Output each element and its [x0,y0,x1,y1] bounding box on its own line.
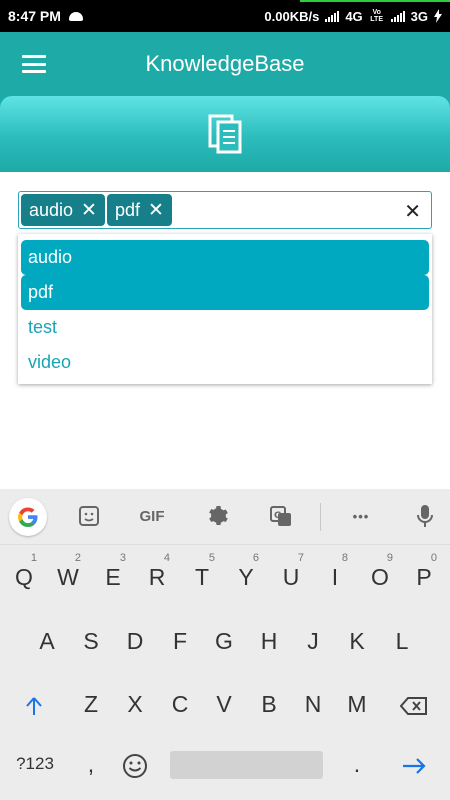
key-r[interactable]: 4R [135,547,179,607]
space-bar[interactable] [170,751,323,779]
emoji-icon[interactable] [113,734,157,794]
translate-icon[interactable]: G [266,501,296,531]
hamburger-icon[interactable] [22,55,46,73]
key-b[interactable]: B [247,674,291,734]
status-time: 8:47 PM [8,8,61,24]
tag-chip-label: audio [29,199,74,220]
key-u[interactable]: 7U [269,547,313,607]
key-z[interactable]: Z [69,674,113,734]
key-d[interactable]: D [113,611,157,671]
status-accent-line [300,0,450,2]
shift-arrow-icon[interactable] [12,674,56,734]
battery-charging-icon [434,9,442,23]
keyboard-row-1: 1Q 2W 3E 4R 5T 6Y 7U 8I 9O 0P [0,547,450,607]
option-audio[interactable]: audio [21,240,429,275]
keyboard-row-3: Z X C V B N M [0,674,450,734]
remove-tag-icon[interactable]: ✕ [148,199,164,222]
remove-tag-icon[interactable]: ✕ [81,199,97,222]
tag-input[interactable]: audio ✕ pdf ✕ ✕ [18,191,432,229]
key-c[interactable]: C [158,674,202,734]
notification-icon [68,11,83,21]
key-v[interactable]: V [202,674,246,734]
gif-icon[interactable]: GIF [135,501,169,531]
tag-chip-pdf[interactable]: pdf ✕ [106,194,172,226]
signal-icon [325,10,340,22]
key-e[interactable]: 3E [91,547,135,607]
signal-icon-2 [390,10,405,22]
network-speed: 0.00KB/s [264,8,320,24]
keyboard-row-2: A S D F G H J K L [0,611,450,671]
key-x[interactable]: X [113,674,157,734]
volte-badge: Vo LTE [370,9,383,23]
key-q[interactable]: 1Q [2,547,46,607]
google-icon[interactable] [9,497,47,536]
status-bar: 8:47 PM 0.00KB/s 4G Vo LTE 3G [0,0,450,32]
soft-keyboard: GIF G ••• 1Q 2W 3E 4R 5T 6Y 7U 8I 9O 0P … [0,489,450,800]
key-h[interactable]: H [247,611,291,671]
key-w[interactable]: 2W [46,547,90,607]
keyboard-row-4: ?123 , . [0,734,450,794]
key-p[interactable]: 0P [402,547,446,607]
key-n[interactable]: N [291,674,335,734]
svg-text:G: G [274,511,281,521]
clear-all-icon[interactable]: ✕ [404,199,421,224]
toolbar-divider [320,503,321,531]
tag-chip-label: pdf [114,199,140,220]
key-a[interactable]: A [25,611,69,671]
app-title: KnowledgeBase [145,51,305,76]
key-l[interactable]: L [380,611,424,671]
sticker-icon[interactable] [74,501,104,531]
key-g[interactable]: G [202,611,246,671]
symbols-key[interactable]: ?123 [8,734,62,794]
key-t[interactable]: 5T [180,547,224,607]
key-comma[interactable]: , [69,734,113,794]
tag-chip-audio[interactable]: audio ✕ [21,194,105,226]
network-type-2: 3G [410,8,428,24]
status-indicators: 0.00KB/s 4G Vo LTE 3G [264,9,442,24]
enter-arrow-icon[interactable] [392,734,436,794]
backspace-icon[interactable] [392,674,436,734]
key-o[interactable]: 9O [358,547,402,607]
key-f[interactable]: F [158,611,202,671]
key-m[interactable]: M [335,674,379,734]
key-k[interactable]: K [335,611,379,671]
microphone-icon[interactable] [410,501,440,531]
network-type-1: 4G [345,8,363,24]
keyboard-toolbar: GIF G ••• [0,489,450,545]
header-banner [0,96,450,172]
key-i[interactable]: 8I [313,547,357,607]
more-options-icon[interactable]: ••• [346,501,376,531]
key-period[interactable]: . [335,734,379,794]
key-s[interactable]: S [69,611,113,671]
app-bar: KnowledgeBase [0,32,450,96]
option-pdf[interactable]: pdf [21,275,429,310]
settings-gear-icon[interactable] [202,501,232,531]
key-j[interactable]: J [291,611,335,671]
tag-options-dropdown: audio pdf test video [18,234,432,384]
document-copy-icon [208,114,242,154]
option-test[interactable]: test [21,310,429,345]
key-y[interactable]: 6Y [224,547,268,607]
option-video[interactable]: video [21,345,429,380]
